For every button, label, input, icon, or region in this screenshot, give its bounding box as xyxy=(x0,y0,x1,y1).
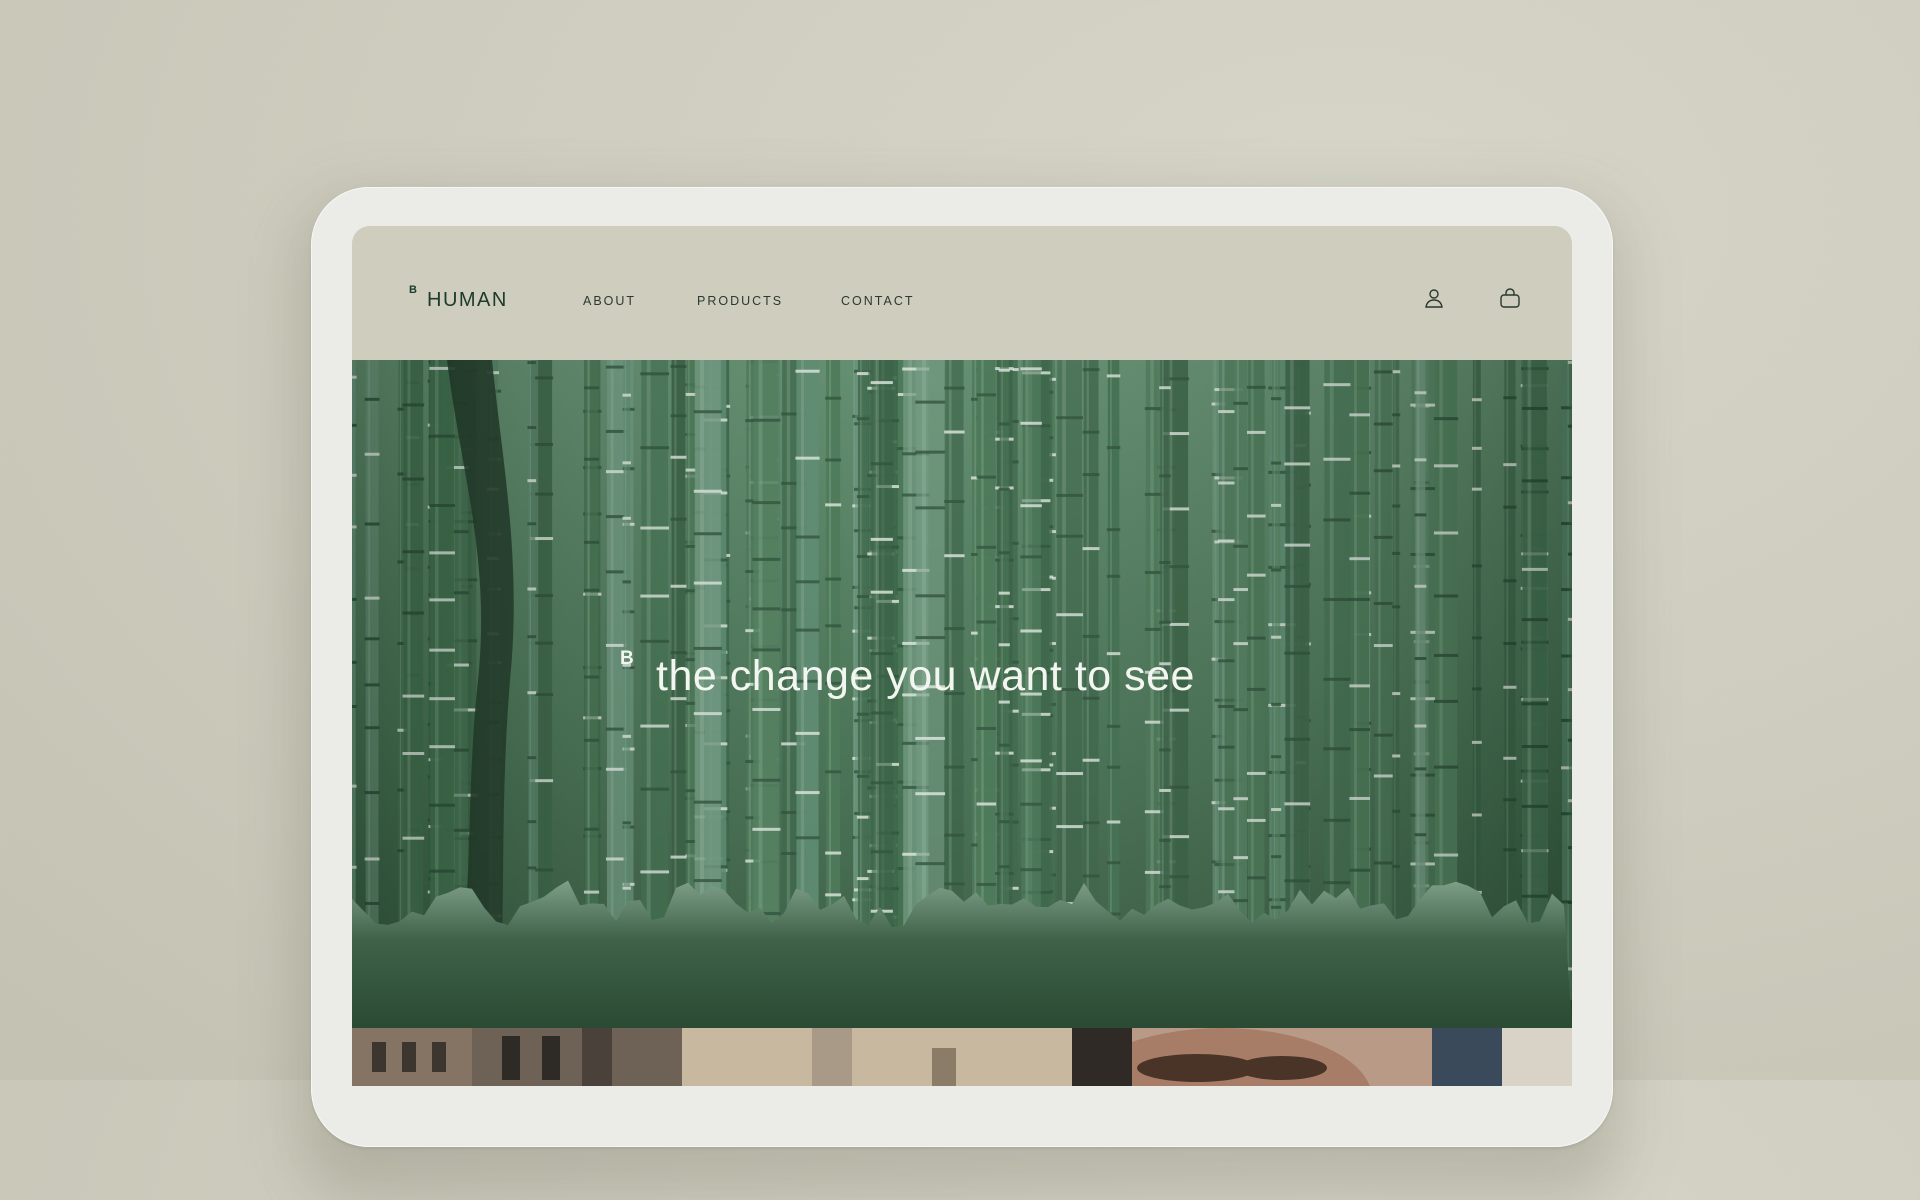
tablet-screen: B HUMAN ABOUT PRODUCTS CONTACT B the cha… xyxy=(352,226,1572,1086)
tagline-text: the change you want to see xyxy=(656,652,1195,700)
top-navigation: B HUMAN ABOUT PRODUCTS CONTACT xyxy=(352,226,1572,360)
brand-name: HUMAN xyxy=(427,289,508,311)
next-section-image-strip xyxy=(352,1028,1572,1086)
nav-link-contact[interactable]: CONTACT xyxy=(841,294,915,308)
bag-icon[interactable] xyxy=(1498,286,1522,310)
hero-bamboo-image: B the change you want to see xyxy=(352,360,1572,1028)
tagline-mark: B xyxy=(620,648,634,669)
nav-link-about[interactable]: ABOUT xyxy=(583,294,636,308)
user-icon[interactable] xyxy=(1422,286,1446,310)
nav-link-products[interactable]: PRODUCTS xyxy=(697,294,783,308)
brand-mark: B xyxy=(409,284,417,296)
